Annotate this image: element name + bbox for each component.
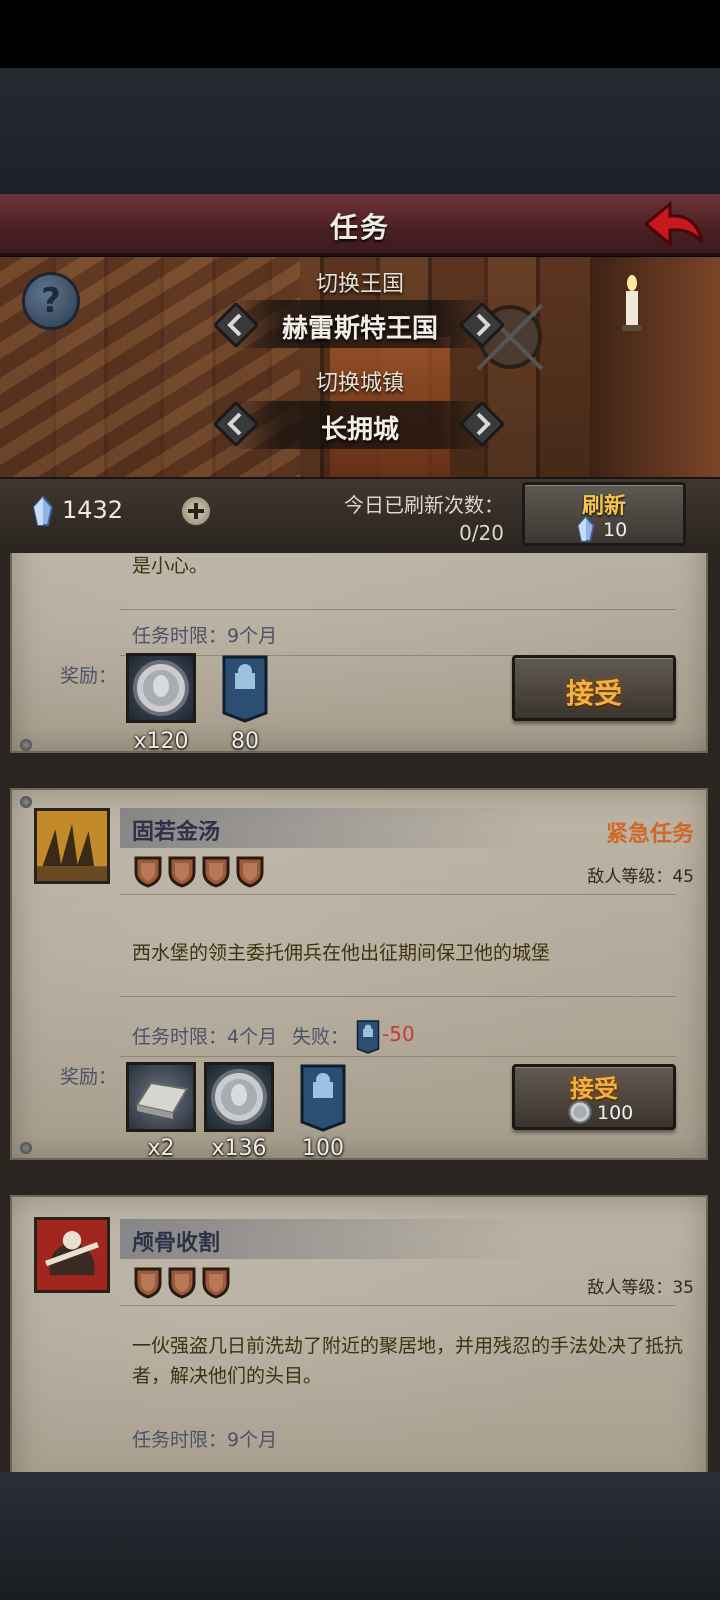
mission-card: 固若金汤 紧急任务 敌人等级：45 西水堡的领主委托佣兵在他出征期间保卫他的城堡… [10,788,708,1161]
enemy-level: 敌人等级：35 [587,1278,694,1298]
reward-quantity: x136 [211,1136,267,1161]
difficulty-shield-icon [202,1267,230,1299]
refresh-cost: 10 [603,519,628,541]
silver-coin-icon [133,660,189,716]
fail-penalty-label: 失败： [292,1026,350,1048]
crystal-icon [32,495,54,526]
crystal-count: 1432 [62,496,124,524]
mission-time-limit: 任务时限：4个月 [132,1026,278,1048]
difficulty-shield-icon [134,856,162,888]
rivet [20,739,32,751]
mission-time-limit: 任务时限：9个月 [132,625,278,647]
reward-quantity: 100 [302,1136,344,1161]
reward-item[interactable] [204,1062,274,1132]
difficulty-shield-icon [202,856,230,888]
kingdom-switch-label: 切换王国 [315,272,404,297]
mission-description: 一伙强盗几日前洗劫了附近的聚居地，并用残忍的手法处决了抵抗者，解决他们的头目。 [132,1335,684,1387]
urgent-mission-tag: 紧急任务 [605,822,694,847]
rivet [20,796,32,808]
page-title: 任务 [329,211,390,244]
accept-button[interactable]: 接受 100 [512,1064,676,1130]
difficulty-shield-icon [168,856,196,888]
reward-quantity: 80 [231,729,259,754]
crystal-icon [577,515,595,542]
title-bar: 任务 [0,194,720,256]
difficulty-shields [134,1267,230,1299]
mission-title: 颅骨收割 [132,1231,221,1256]
kingdom-prev-arrow-icon[interactable] [214,303,258,347]
mission-list[interactable]: 是小心。 任务时限：9个月 奖励： x120 80 接受 固若金汤 紧急任务 敌… [0,553,720,1472]
refresh-button[interactable]: 刷新 10 [522,482,686,546]
town-switch-label: 切换城镇 [315,371,404,396]
silver-coin-icon [211,1069,267,1125]
divider [120,996,676,997]
accept-cost: 100 [597,1102,634,1124]
divider [120,609,676,610]
reward-quantity: x2 [147,1136,175,1161]
refresh-button-label: 刷新 [581,494,626,519]
reward-item[interactable] [126,653,196,723]
divider [120,894,676,895]
rivet [20,1142,32,1154]
back-arrow-icon[interactable] [640,198,706,250]
difficulty-shield-icon [134,1267,162,1299]
accept-button[interactable]: 接受 [512,655,676,721]
daily-refresh-count: 0/20 [459,521,504,545]
mission-description: 是小心。 [132,555,209,577]
fail-penalty-value: -50 [382,1022,415,1046]
reward-label: 奖励： [60,1066,118,1088]
town-next-arrow-icon[interactable] [460,402,504,446]
add-crystals-button[interactable] [180,495,212,527]
mission-time-limit: 任务时限：9个月 [132,1429,278,1451]
skull-harvest-mission-icon [34,1217,110,1293]
currency-bar: 1432 今日已刷新次数： 0/20 刷新 10 [0,477,720,553]
kingdom-name: 赫雷斯特王国 [281,314,438,344]
bottom-backdrop [0,1472,720,1600]
reward-item[interactable] [126,1062,196,1132]
accept-button-label: 接受 [570,1075,618,1103]
mission-title: 固若金汤 [132,820,221,845]
mission-card: 颅骨收割 敌人等级：35 一伙强盗几日前洗劫了附近的聚居地，并用残忍的手法处决了… [10,1195,708,1472]
status-bar-area [0,0,720,68]
iron-ingot-icon [135,1081,189,1119]
banner-icon [356,1020,380,1054]
silver-coin-icon [568,1100,592,1124]
kingdom-next-arrow-icon[interactable] [460,303,504,347]
difficulty-shield-icon [168,1267,196,1299]
daily-refresh-label: 今日已刷新次数： [344,493,504,517]
mission-description: 西水堡的领主委托佣兵在他出征期间保卫他的城堡 [132,942,551,964]
banner-icon [300,1064,346,1132]
enemy-level: 敌人等级：45 [587,867,694,887]
top-backdrop [0,68,720,194]
divider [120,1056,676,1057]
difficulty-shield-icon [236,856,264,888]
town-prev-arrow-icon[interactable] [214,402,258,446]
banner-icon [222,655,268,723]
spike-wall-mission-icon [34,808,110,884]
reward-label: 奖励： [60,665,118,687]
difficulty-shields [134,856,264,888]
town-name: 长拥城 [320,415,399,445]
reward-quantity: x120 [133,729,189,754]
mission-card: 是小心。 任务时限：9个月 奖励： x120 80 接受 [10,553,708,754]
accept-button-label: 接受 [565,677,622,710]
divider [120,1305,676,1306]
